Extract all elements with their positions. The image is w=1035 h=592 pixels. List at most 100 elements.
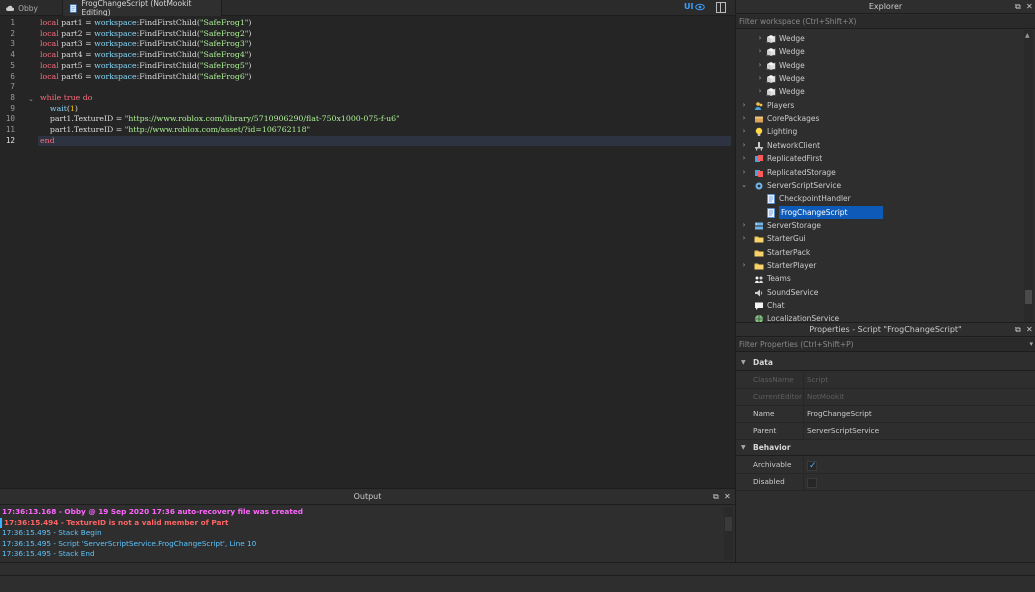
scroll-up-icon[interactable]: ▲	[1025, 32, 1030, 39]
code-token: )	[248, 50, 252, 60]
chevron-right-icon[interactable]: ›	[756, 45, 764, 58]
tree-item-localizationservice[interactable]: LocalizationService	[736, 312, 1023, 322]
code-token: workspace	[94, 71, 137, 81]
explorer-filter-input[interactable]: Filter workspace (Ctrl+Shift+X)	[736, 15, 1035, 29]
code-line[interactable]: local part2 = workspace:FindFirstChild("…	[40, 29, 251, 40]
chevron-right-icon[interactable]: ›	[740, 125, 748, 138]
chevron-right-icon[interactable]: ›	[740, 112, 748, 125]
tree-item-serverscriptservice[interactable]: ⌄ ServerScriptService	[736, 179, 1023, 192]
tree-item-wedge[interactable]: › Wedge	[736, 59, 1023, 72]
property-value[interactable]: ServerScriptService	[807, 423, 879, 440]
close-icon[interactable]: ✕	[1026, 2, 1033, 11]
code-line[interactable]: end	[40, 136, 55, 147]
line-number: 7	[10, 82, 15, 92]
chevron-right-icon[interactable]: ›	[740, 99, 748, 112]
tree-item-checkpointhandler[interactable]: CheckpointHandler	[736, 192, 1023, 205]
code-token: local	[40, 60, 59, 70]
property-row-name[interactable]: Name FrogChangeScript	[736, 406, 1035, 423]
explorer-scrollbar[interactable]: ▲	[1024, 30, 1033, 322]
ui-visibility-toggle[interactable]: UI	[684, 2, 706, 11]
section-behavior[interactable]: ▼ Behavior	[736, 440, 1035, 456]
code-line[interactable]: while true do	[40, 93, 92, 104]
property-value: NotMookit	[807, 392, 845, 401]
code-line[interactable]: local part5 = workspace:FindFirstChild("…	[40, 61, 251, 72]
tree-item-replicatedfirst[interactable]: › ReplicatedFirst	[736, 152, 1023, 165]
tab-frogchangescript[interactable]: FrogChangeScript (NotMookit Editing)	[62, 0, 222, 17]
code-token: workspace	[94, 39, 137, 49]
code-area[interactable]: local part1 = workspace:FindFirstChild("…	[38, 16, 731, 488]
tree-item-chat[interactable]: Chat	[736, 299, 1023, 312]
property-name: Archivable	[753, 460, 792, 469]
tree-item-label: ServerScriptService	[767, 180, 842, 190]
tree-item-networkclient[interactable]: › NetworkClient	[736, 139, 1023, 152]
code-token: workspace	[94, 28, 137, 38]
properties-filter-input[interactable]: Filter Properties (Ctrl+Shift+P) ▾	[736, 338, 1035, 352]
float-panel-icon[interactable]: ⧉	[713, 492, 719, 502]
code-line[interactable]: local part3 = workspace:FindFirstChild("…	[40, 39, 251, 50]
chevron-right-icon[interactable]: ›	[740, 232, 748, 245]
code-token: )	[74, 103, 78, 113]
tree-item-wedge[interactable]: › Wedge	[736, 32, 1023, 45]
tree-item-teams[interactable]: Teams	[736, 272, 1023, 285]
code-token: true	[63, 92, 81, 102]
chevron-right-icon[interactable]: ›	[740, 152, 748, 165]
chevron-right-icon[interactable]: ›	[756, 85, 764, 98]
command-bar[interactable]	[0, 562, 1035, 592]
split-view-button[interactable]	[716, 2, 726, 13]
code-line[interactable]: part1.TextureID = "http://www.roblox.com…	[40, 125, 310, 136]
output-scrollbar[interactable]	[724, 507, 733, 560]
tree-item-replicatedstorage[interactable]: › ReplicatedStorage	[736, 166, 1023, 179]
tree-item-startergui[interactable]: › StarterGui	[736, 232, 1023, 245]
script-editor[interactable]: 1 2 3 4 5 6 7 8 9 10 11 12 ⌄ local part1 = workspac…	[0, 16, 735, 488]
float-panel-icon[interactable]: ⧉	[1015, 325, 1021, 335]
code-token: "SafeFrog6"	[199, 71, 249, 81]
chevron-right-icon[interactable]: ›	[740, 259, 748, 272]
replicated-first-icon	[755, 155, 763, 163]
tree-item-wedge[interactable]: › Wedge	[736, 45, 1023, 58]
code-token: local	[40, 71, 59, 81]
tree-item-corepackages[interactable]: › CorePackages	[736, 112, 1023, 125]
chevron-down-icon[interactable]: ⌄	[740, 179, 748, 192]
code-line[interactable]: local part4 = workspace:FindFirstChild("…	[40, 50, 251, 61]
scrollbar-thumb[interactable]	[725, 517, 732, 531]
code-line[interactable]: part1.TextureID = "https://www.roblox.co…	[40, 114, 400, 125]
tree-item-players[interactable]: › Players	[736, 99, 1023, 112]
tree-item-lighting[interactable]: › Lighting	[736, 125, 1023, 138]
code-line[interactable]: wait(1)	[40, 104, 78, 115]
tree-item-starterpack[interactable]: StarterPack	[736, 246, 1023, 259]
code-token: :FindFirstChild(	[136, 18, 200, 27]
code-line[interactable]: local part6 = workspace:FindFirstChild("…	[40, 72, 251, 83]
chevron-right-icon[interactable]: ›	[756, 32, 764, 45]
tree-item-soundservice[interactable]: SoundService	[736, 286, 1023, 299]
tree-item-serverstorage[interactable]: › ServerStorage	[736, 219, 1023, 232]
archivable-checkbox[interactable]	[807, 458, 817, 475]
close-icon[interactable]: ✕	[724, 492, 731, 501]
tree-item-label: ReplicatedFirst	[767, 154, 823, 164]
tree-item-starterplayer[interactable]: › StarterPlayer	[736, 259, 1023, 272]
tab-obby[interactable]: Obby	[0, 0, 44, 16]
chevron-right-icon[interactable]: ›	[740, 139, 748, 152]
server-script-service-icon	[755, 182, 763, 190]
close-icon[interactable]: ✕	[1026, 325, 1033, 334]
chat-icon	[755, 302, 763, 310]
log-line: 17:36:15.495 - Stack Begin	[2, 528, 102, 537]
fold-toggle-icon[interactable]: ⌄	[28, 95, 36, 103]
property-name: Name	[753, 409, 775, 418]
code-token: wait	[49, 103, 67, 113]
float-panel-icon[interactable]: ⧉	[1015, 2, 1021, 12]
disabled-checkbox[interactable]	[807, 478, 817, 488]
tree-item-wedge[interactable]: › Wedge	[736, 85, 1023, 98]
code-line[interactable]: local part1 = workspace:FindFirstChild("…	[40, 18, 251, 29]
property-value[interactable]: FrogChangeScript	[807, 406, 872, 423]
chevron-right-icon[interactable]: ›	[756, 59, 764, 72]
chevron-right-icon[interactable]: ›	[740, 166, 748, 179]
tree-item-wedge[interactable]: › Wedge	[736, 72, 1023, 85]
dropdown-arrow-icon[interactable]: ▾	[1029, 340, 1033, 348]
scrollbar-thumb[interactable]	[1025, 290, 1032, 304]
property-row-parent[interactable]: Parent ServerScriptService	[736, 423, 1035, 440]
chevron-right-icon[interactable]: ›	[740, 219, 748, 232]
server-storage-icon	[755, 222, 763, 230]
section-data[interactable]: ▼ Data	[736, 355, 1035, 371]
tree-item-frogchangescript[interactable]: FrogChangeScript	[736, 205, 1023, 219]
chevron-right-icon[interactable]: ›	[756, 72, 764, 85]
